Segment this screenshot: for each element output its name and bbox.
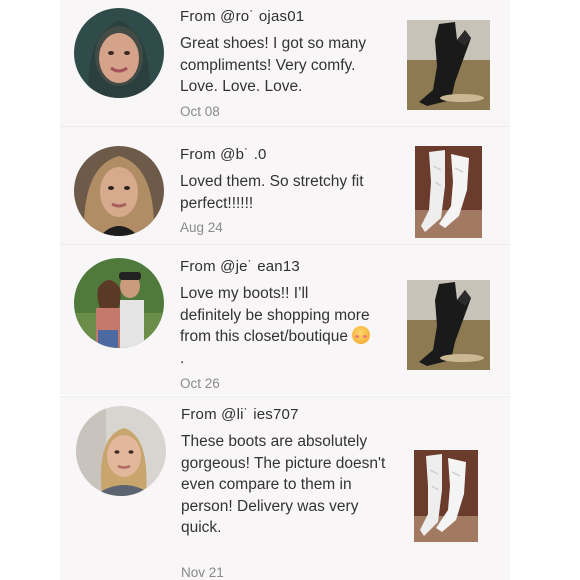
product-thumbnail[interactable] — [407, 280, 490, 370]
review-text: Love my boots!! I’ll definitely be shopp… — [180, 283, 371, 369]
product-thumbnail[interactable] — [414, 450, 478, 542]
smiling-face-with-hearts-icon — [352, 326, 371, 344]
black-boot-image — [407, 20, 490, 110]
review-text: These boots are absolutely gorgeous! The… — [181, 433, 386, 536]
reviewer-avatar[interactable] — [74, 8, 164, 98]
review-text-end: . — [180, 349, 185, 367]
product-thumbnail[interactable] — [415, 146, 482, 238]
review-date: Nov 21 — [181, 565, 224, 580]
review-date: Oct 08 — [180, 104, 220, 119]
review-date: Aug 24 — [180, 220, 223, 235]
avatar-photo-4 — [76, 406, 166, 496]
reviewer-handle[interactable]: From @b˙ .0 — [180, 146, 267, 163]
white-boot-image — [414, 450, 478, 542]
review-text-content: Love my boots!! I’ll definitely be shopp… — [180, 285, 370, 345]
reviewer-handle[interactable]: From @je˙ ean13 — [180, 258, 300, 275]
reviewer-avatar[interactable] — [74, 146, 164, 236]
reviewer-avatar[interactable] — [74, 258, 164, 348]
avatar-photo-3 — [74, 258, 164, 348]
avatar-photo-1 — [74, 8, 164, 98]
reviewer-handle[interactable]: From @li˙ ies707 — [181, 406, 299, 423]
review-text: Great shoes! I got so many compliments! … — [180, 35, 367, 95]
black-boot-image — [407, 280, 490, 370]
avatar-photo-2 — [74, 146, 164, 236]
reviewer-avatar[interactable] — [76, 406, 166, 496]
white-boot-image — [415, 146, 482, 238]
product-thumbnail[interactable] — [407, 20, 490, 110]
review-text: Loved them. So stretchy fit perfect!!!!!… — [180, 173, 364, 212]
review-date: Oct 26 — [180, 376, 220, 391]
reviewer-handle[interactable]: From @ro˙ ojas01 — [180, 8, 304, 25]
